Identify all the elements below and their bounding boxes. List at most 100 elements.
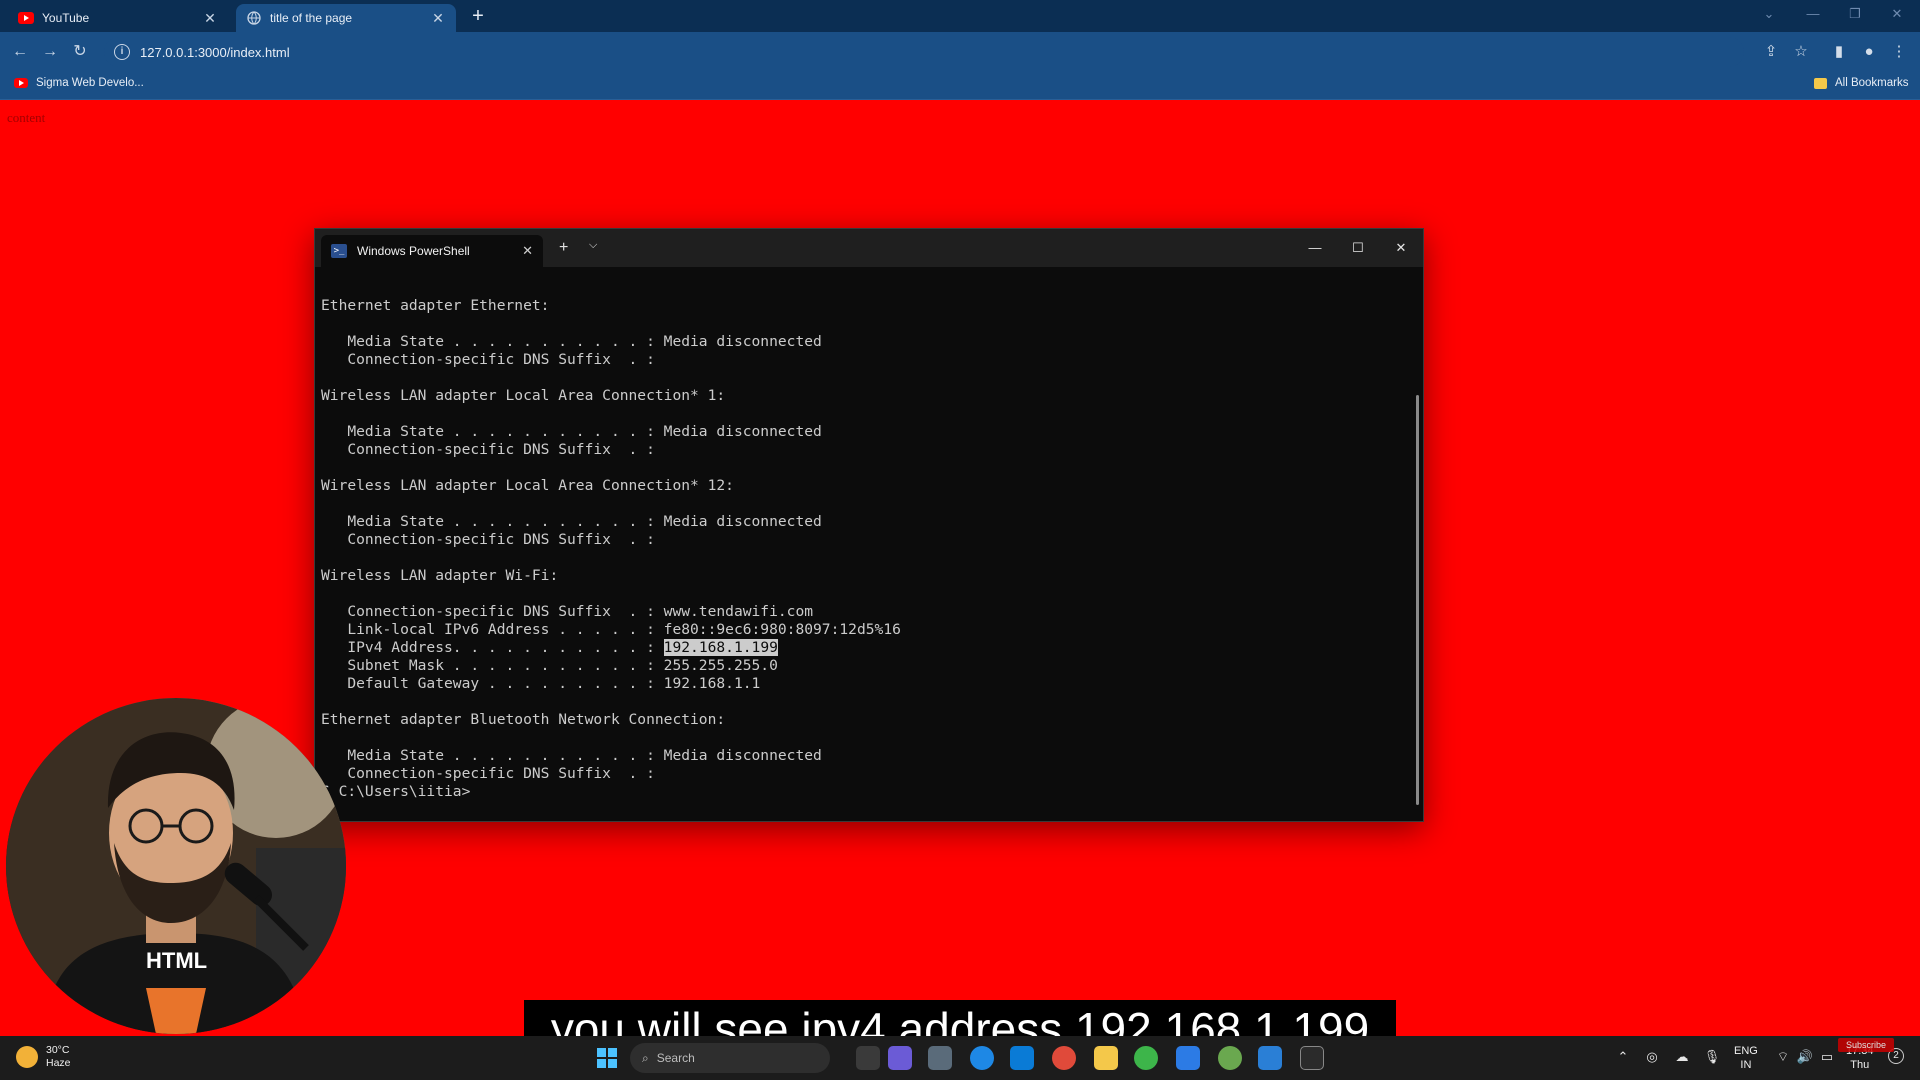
edge-icon[interactable] xyxy=(970,1046,994,1070)
browser-toolbar: ← → ↻ i 127.0.0.1:3000/index.html ⇪ ☆ ▮ … xyxy=(0,32,1920,72)
terminal-line: Wireless LAN adapter Wi-Fi: xyxy=(321,567,559,584)
language-line2: IN xyxy=(1740,1059,1752,1071)
search-icon: ⌕ xyxy=(642,1050,649,1065)
clock-day: Thu xyxy=(1850,1059,1870,1071)
close-tab-icon[interactable]: ✕ xyxy=(522,243,533,259)
minimize-icon[interactable]: — xyxy=(1796,0,1830,28)
todo-icon[interactable] xyxy=(1176,1046,1200,1070)
battery-icon[interactable]: ▭ xyxy=(1818,1048,1836,1066)
app-tray-icon[interactable]: ◎ xyxy=(1643,1048,1661,1066)
presenter-image xyxy=(6,698,346,1034)
shirt-text: HTML xyxy=(146,948,208,973)
terminal-line: Wireless LAN adapter Local Area Connecti… xyxy=(321,387,726,404)
windows-taskbar: 30°C Haze ⌕ Search ⌃ ◎ ☁ 🎙 ENG IN ⌔ 🔊 ▭ … xyxy=(0,1036,1920,1080)
terminal-line: Connection-specific DNS Suffix . : www.t… xyxy=(321,603,814,620)
chevron-up-icon[interactable]: ⌃ xyxy=(1614,1048,1632,1066)
terminal-line: Ethernet adapter Bluetooth Network Conne… xyxy=(321,711,726,728)
subscribe-button[interactable]: Subscribe xyxy=(1838,1038,1894,1052)
terminal-line: S C:\Users\iitia> xyxy=(321,783,471,800)
terminal-line: Link-local IPv6 Address . . . . . : fe80… xyxy=(321,621,901,638)
chrome-profile-icon[interactable] xyxy=(1134,1046,1158,1070)
bookmark-label: Sigma Web Develo... xyxy=(36,77,144,89)
terminal-icon[interactable] xyxy=(1300,1046,1324,1070)
settings-icon[interactable] xyxy=(928,1046,952,1070)
tab-youtube[interactable]: YouTube ✕ xyxy=(8,4,228,32)
close-tab-icon[interactable]: ✕ xyxy=(202,10,218,27)
microphone-icon[interactable]: 🎙 xyxy=(1703,1048,1721,1066)
back-arrow-icon[interactable]: ← xyxy=(9,41,31,63)
chevron-down-icon[interactable]: ⌵ xyxy=(589,239,597,252)
file-explorer-icon[interactable] xyxy=(1094,1046,1118,1070)
haze-weather-icon xyxy=(16,1046,38,1068)
powershell-window: >_ Windows PowerShell ✕ + ⌵ — ☐ ✕ Ethern… xyxy=(314,228,1424,822)
terminal-scrollbar[interactable] xyxy=(1416,395,1419,805)
terminal-line: Connection-specific DNS Suffix . : xyxy=(321,765,655,782)
terminal-line: Media State . . . . . . . . . . . : Medi… xyxy=(321,747,822,764)
teams-icon[interactable] xyxy=(888,1046,912,1070)
volume-icon[interactable]: 🔊 xyxy=(1796,1048,1814,1066)
powershell-icon: >_ xyxy=(331,244,347,258)
ipv4-address-selection[interactable]: 192.168.1.199 xyxy=(663,639,778,656)
start-button[interactable] xyxy=(597,1048,617,1068)
weather-desc: Haze xyxy=(46,1057,71,1069)
powershell-tab[interactable]: >_ Windows PowerShell ✕ xyxy=(321,235,543,267)
terminal-line: Connection-specific DNS Suffix . : xyxy=(321,441,655,458)
language-line1: ENG xyxy=(1734,1045,1758,1057)
terminal-line: Subnet Mask . . . . . . . . . . . : 255.… xyxy=(321,657,778,674)
vscode-icon[interactable] xyxy=(1258,1046,1282,1070)
chrome-icon[interactable] xyxy=(1052,1046,1076,1070)
weather-temp: 30°C xyxy=(46,1044,70,1056)
side-panel-icon[interactable]: ▮ xyxy=(1828,41,1850,63)
new-terminal-tab-button[interactable]: + xyxy=(559,239,568,257)
all-bookmarks-label: All Bookmarks xyxy=(1835,77,1909,89)
terminal-line: Ethernet adapter Ethernet: xyxy=(321,297,550,314)
tab-title: YouTube xyxy=(42,11,90,25)
onedrive-icon[interactable]: ☁ xyxy=(1673,1048,1691,1066)
terminal-line: Default Gateway . . . . . . . . . : 192.… xyxy=(321,675,761,692)
terminal-line: Connection-specific DNS Suffix . : xyxy=(321,351,655,368)
site-info-icon[interactable]: i xyxy=(114,44,130,60)
minimize-icon[interactable]: — xyxy=(1300,235,1330,261)
bookmarks-bar: Sigma Web Develo... All Bookmarks xyxy=(0,72,1920,100)
menu-kebab-icon[interactable]: ⋮ xyxy=(1888,41,1910,63)
bookmark-star-icon[interactable]: ☆ xyxy=(1790,41,1812,63)
weather-widget[interactable]: 30°C Haze xyxy=(16,1044,71,1070)
share-icon[interactable]: ⇪ xyxy=(1760,41,1782,63)
close-tab-icon[interactable]: ✕ xyxy=(430,10,446,27)
restore-icon[interactable]: ❐ xyxy=(1838,0,1872,28)
powershell-tab-title: Windows PowerShell xyxy=(357,244,470,258)
all-bookmarks-button[interactable]: All Bookmarks xyxy=(1814,77,1909,89)
reload-icon[interactable]: ↻ xyxy=(69,41,91,63)
close-window-icon[interactable]: ✕ xyxy=(1386,235,1416,261)
terminal-line: IPv4 Address. . . . . . . . . . . : 192.… xyxy=(321,639,778,656)
store-icon[interactable] xyxy=(1010,1046,1034,1070)
page-content-text: content xyxy=(7,110,46,125)
search-placeholder: Search xyxy=(656,1051,695,1065)
tab-active-page[interactable]: title of the page ✕ xyxy=(236,4,456,32)
url-text: 127.0.0.1:3000/index.html xyxy=(140,44,290,60)
maximize-icon[interactable]: ☐ xyxy=(1343,235,1373,261)
terminal-line: Wireless LAN adapter Local Area Connecti… xyxy=(321,477,734,494)
address-bar[interactable]: i 127.0.0.1:3000/index.html xyxy=(104,37,1744,67)
close-window-icon[interactable]: ✕ xyxy=(1880,0,1914,28)
wifi-icon[interactable]: ⌔ xyxy=(1774,1048,1792,1066)
browser-tab-bar: YouTube ✕ title of the page ✕ + ⌄ — ❐ ✕ xyxy=(0,0,1920,32)
taskbar-search[interactable]: ⌕ Search xyxy=(630,1043,830,1073)
tab-search-icon[interactable]: ⌄ xyxy=(1752,0,1786,28)
bookmark-item[interactable]: Sigma Web Develo... xyxy=(14,77,144,89)
chrome-profile-2-icon[interactable] xyxy=(1218,1046,1242,1070)
tab-title: title of the page xyxy=(270,11,353,25)
terminal-line: Connection-specific DNS Suffix . : xyxy=(321,531,655,548)
terminal-output[interactable]: Ethernet adapter Ethernet: Media State .… xyxy=(321,279,1407,815)
task-view-icon[interactable] xyxy=(856,1046,880,1070)
language-indicator[interactable]: ENG IN xyxy=(1734,1044,1758,1072)
new-tab-button[interactable]: + xyxy=(466,4,490,28)
forward-arrow-icon[interactable]: → xyxy=(39,41,61,63)
profile-avatar-icon[interactable]: ● xyxy=(1858,41,1880,63)
